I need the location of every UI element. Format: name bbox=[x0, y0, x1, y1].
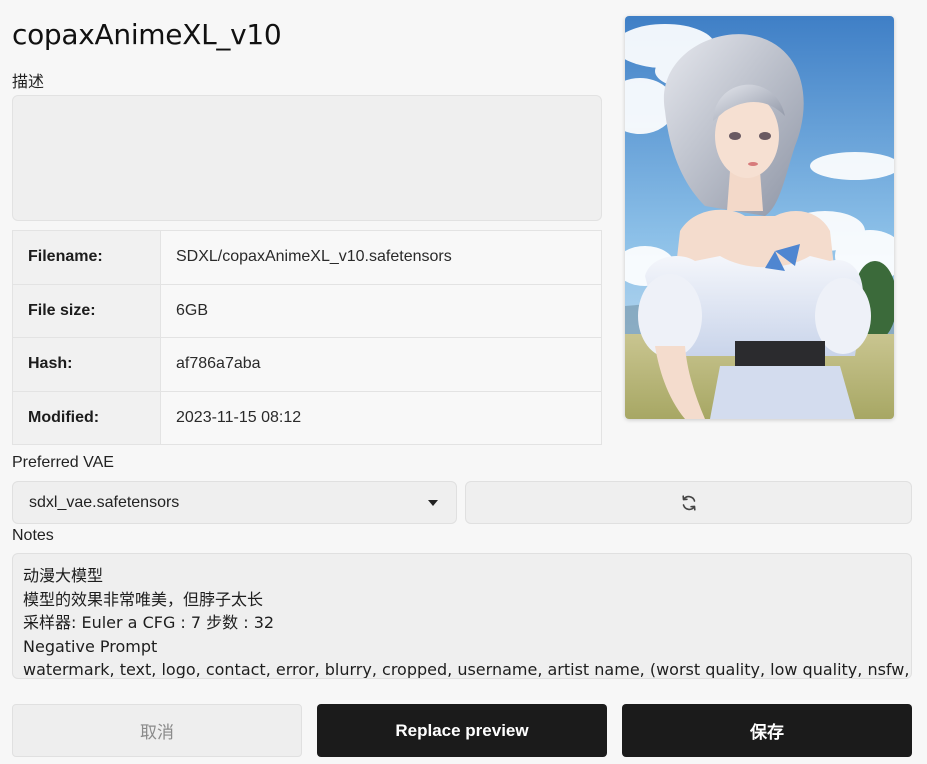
preview-illustration bbox=[625, 16, 894, 419]
refresh-vae-button[interactable] bbox=[465, 481, 912, 524]
cancel-button[interactable]: 取消 bbox=[12, 704, 302, 757]
replace-preview-button[interactable]: Replace preview bbox=[317, 704, 607, 757]
info-value: 2023-11-15 08:12 bbox=[160, 390, 602, 445]
info-row-filename: Filename: SDXL/copaxAnimeXL_v10.safetens… bbox=[12, 230, 602, 285]
description-textarea[interactable] bbox=[12, 95, 602, 221]
caret-down-icon bbox=[428, 499, 438, 506]
save-button[interactable]: 保存 bbox=[622, 704, 912, 757]
model-title: copaxAnimeXL_v10 bbox=[12, 18, 282, 51]
info-value: SDXL/copaxAnimeXL_v10.safetensors bbox=[160, 230, 602, 285]
description-label: 描述 bbox=[12, 74, 45, 91]
notes-line: 采样器: Euler a CFG : 7 步数 : 32 bbox=[23, 613, 275, 632]
info-key: Modified: bbox=[12, 390, 161, 445]
refresh-icon bbox=[681, 494, 696, 511]
info-key: File size: bbox=[12, 283, 161, 338]
notes-line: watermark, text, logo, contact, error, b… bbox=[23, 660, 910, 679]
notes-line: 模型的效果非常唯美，但脖子太长 bbox=[23, 589, 264, 609]
info-value: af786a7aba bbox=[160, 337, 602, 392]
notes-textarea[interactable]: 动漫大模型 模型的效果非常唯美，但脖子太长 采样器: Euler a CFG :… bbox=[12, 553, 912, 679]
info-row-filesize: File size: 6GB bbox=[12, 283, 602, 338]
notes-line: 动漫大模型 bbox=[23, 566, 104, 585]
info-row-modified: Modified: 2023-11-15 08:12 bbox=[12, 390, 602, 445]
preferred-vae-label: Preferred VAE bbox=[12, 454, 114, 471]
vae-selected-value: sdxl_vae.safetensors bbox=[29, 493, 180, 511]
preview-image[interactable] bbox=[625, 16, 894, 419]
notes-line: Negative Prompt bbox=[23, 636, 158, 656]
model-info-table: Filename: SDXL/copaxAnimeXL_v10.safetens… bbox=[12, 230, 602, 445]
notes-label: Notes bbox=[12, 527, 54, 544]
vae-select[interactable]: sdxl_vae.safetensors bbox=[12, 481, 457, 524]
info-value: 6GB bbox=[160, 283, 602, 338]
info-row-hash: Hash: af786a7aba bbox=[12, 337, 602, 392]
info-key: Filename: bbox=[12, 230, 161, 285]
info-key: Hash: bbox=[12, 337, 161, 392]
